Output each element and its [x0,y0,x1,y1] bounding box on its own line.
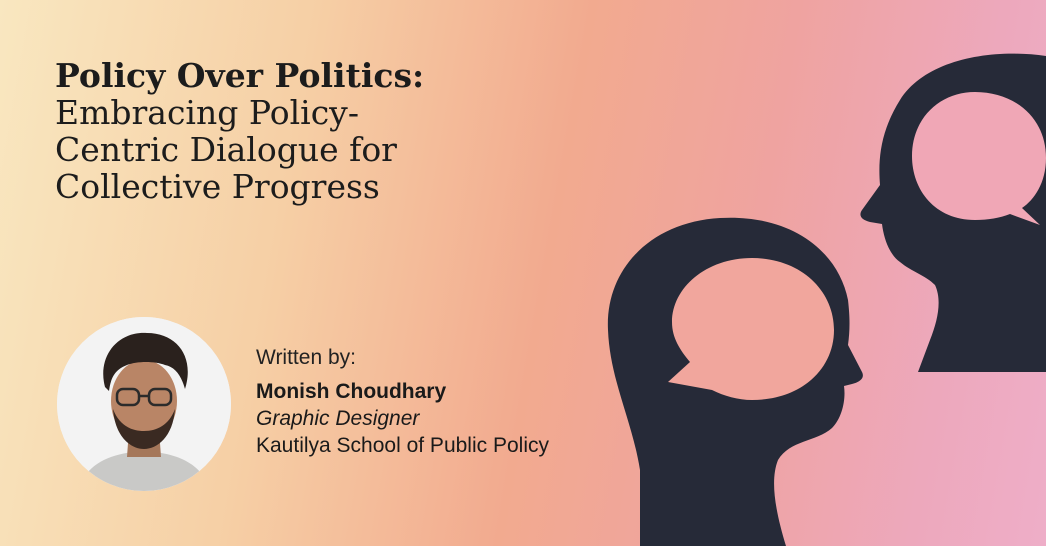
author-name: Monish Choudhary [256,380,447,403]
author-avatar [57,317,231,491]
author-role: Graphic Designer [256,407,420,430]
speech-bubble-icon [668,258,834,400]
written-by-label: Written by: [256,346,356,369]
head-silhouette-icon [860,53,1046,373]
banner-background: Policy Over Politics: Embracing Policy-C… [0,0,1046,546]
author-portrait [57,317,231,491]
title-bold-line: Policy Over Politics: [55,56,425,95]
author-organization: Kautilya School of Public Policy [256,434,549,457]
author-block: Written by: Monish Choudhary Graphic Des… [256,344,676,459]
title-subtitle: Embracing Policy-Centric Dialogue for Co… [55,93,397,206]
article-title: Policy Over Politics: Embracing Policy-C… [55,57,525,205]
